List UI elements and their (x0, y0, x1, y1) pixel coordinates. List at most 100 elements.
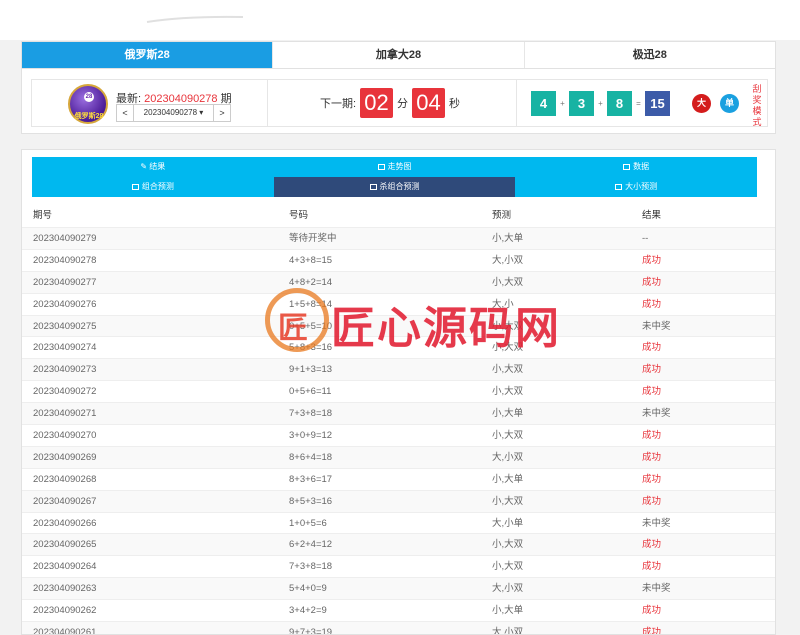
result-cell: 未中奖 (642, 583, 671, 595)
nav-label: 走势图 (387, 162, 412, 171)
result-cell: 成功 (642, 342, 662, 354)
period-selector: < 202304090278 ▾ > (116, 104, 231, 122)
table-row: 202304090269 8+6+4=18 大,小双 成功 (22, 445, 775, 468)
result-cell: 成功 (642, 451, 662, 463)
prediction-cell: 大,小 (492, 298, 514, 310)
countdown-minutes: 02 (360, 88, 394, 118)
table-row: 202304090262 3+4+2=9 小,大单 成功 (22, 599, 775, 621)
period-cell: 202304090265 (33, 539, 97, 551)
plus-sign: + (598, 98, 603, 108)
prediction-cell: 小,大双 (492, 364, 524, 376)
result-cell: 成功 (642, 298, 662, 310)
table-row: 202304090277 4+8+2=14 小,大双 成功 (22, 270, 775, 293)
period-select[interactable]: 202304090278 ▾ (134, 104, 213, 122)
latest-cell: 28 俄罗斯28 最新: 202304090278 期 < 2023040902… (32, 80, 268, 126)
prediction-cell: 大,小单 (492, 517, 524, 529)
table-row: 202304090271 7+3+8=18 小,大单 未中奖 (22, 402, 775, 425)
numbers-cell: 8+5+3=16 (289, 495, 333, 507)
table-row: 202304090268 8+3+6=17 小,大单 成功 (22, 467, 775, 490)
prediction-cell: 大,小双 (492, 627, 524, 635)
period-cell: 202304090264 (33, 561, 97, 573)
nav-size-prediction[interactable]: 大小预测 (515, 177, 758, 197)
nav-label: 大小预测 (625, 182, 658, 191)
next-period-label: 下一期: (319, 98, 357, 110)
tab-russia28[interactable]: 俄罗斯28 (22, 42, 274, 68)
result-cell: 成功 (642, 386, 662, 398)
size-badge: 大 (692, 93, 711, 113)
logo-badge: 28 (84, 92, 94, 102)
period-cell: 202304090261 (33, 627, 97, 635)
numbers-cell: 6+2+4=12 (289, 539, 333, 551)
period-cell: 202304090263 (33, 583, 97, 595)
scratch-mode-link[interactable]: 刮奖模式 (751, 84, 763, 128)
numbers-cell: 7+3+8=18 (289, 408, 333, 420)
nav-label: 数据 (633, 162, 650, 171)
prediction-cell: 小,大双 (492, 342, 524, 354)
table-row: 202304090270 3+0+9=12 小,大双 成功 (22, 424, 775, 446)
period-cell: 202304090269 (33, 451, 97, 463)
nav-data[interactable]: 数据 (515, 157, 758, 177)
table-body: 202304090279 等待开奖中 小,大单 -- 202304090278 4+3+8… (22, 227, 775, 635)
col-numbers: 号码 (289, 210, 309, 221)
numbers-cell: 7+3+8=18 (289, 561, 333, 573)
draw-number-3: 8 (607, 90, 632, 116)
nav-row-1: ✎ 结果 走势图 数据 (32, 157, 758, 177)
table-row: 202304090261 9+7+3=19 大,小双 成功 (22, 621, 775, 635)
period-cell: 202304090270 (33, 430, 97, 442)
table-header: 期号 号码 预测 结果 (22, 205, 775, 227)
tab-jixun28[interactable]: 极迅28 (525, 42, 775, 68)
table-row: 202304090264 7+3+8=18 小,大双 成功 (22, 555, 775, 577)
table-row: 202304090272 0+5+6=11 小,大双 成功 (22, 380, 775, 402)
image-icon (369, 183, 377, 190)
prev-period-button[interactable]: < (116, 104, 134, 122)
numbers-cell: 3+0+9=12 (289, 430, 333, 442)
result-cell: 成功 (642, 539, 662, 551)
numbers-cell: 1+0+5=6 (289, 517, 327, 529)
result-cell: 成功 (642, 561, 662, 573)
nav-result[interactable]: ✎ 结果 (32, 157, 274, 177)
game-panel: 俄罗斯28 加拿大28 极迅28 28 俄罗斯28 最新: 2023040902… (21, 41, 776, 134)
period-cell: 202304090267 (33, 495, 97, 507)
prediction-cell: 小,大单 (492, 605, 524, 617)
nav-label: 杀组合预测 (379, 182, 420, 191)
table-row: 202304090266 1+0+5=6 大,小单 未中奖 (22, 511, 775, 534)
image-icon (131, 183, 139, 190)
nav-combo-prediction[interactable]: 组合预测 (32, 177, 274, 197)
numbers-cell: 0+5+6=11 (289, 386, 332, 398)
top-band (0, 0, 800, 40)
period-cell: 202304090272 (33, 386, 97, 398)
col-result: 结果 (642, 210, 662, 221)
draw-sum: 15 (645, 90, 670, 116)
equals-sign: = (636, 98, 641, 108)
period-cell: 202304090262 (33, 605, 97, 617)
table-row: 202304090263 5+4+0=9 大,小双 未中奖 (22, 577, 775, 600)
result-cell: 成功 (642, 473, 662, 485)
prediction-cell: 小,大双 (492, 430, 524, 442)
nav-trend-chart[interactable]: 走势图 (273, 157, 516, 177)
result-cell: 成功 (642, 364, 662, 376)
period-cell: 202304090273 (33, 364, 97, 376)
game-tabs: 俄罗斯28 加拿大28 极迅28 (22, 42, 775, 69)
period-cell: 202304090268 (33, 473, 97, 485)
period-cell: 202304090271 (33, 408, 97, 420)
parity-badge: 单 (720, 93, 739, 113)
numbers-cell: 4+8+2=14 (289, 276, 333, 288)
numbers-cell: 0+5+5=10 (289, 320, 333, 332)
image-icon (615, 183, 623, 190)
minutes-unit: 分 (397, 98, 409, 110)
prediction-cell: 小,大双 (492, 495, 524, 507)
table-row: 202304090276 1+5+8=14 大,小 成功 (22, 292, 775, 315)
prediction-cell: 小,大双 (492, 276, 524, 288)
prediction-cell: 小,大双 (492, 539, 524, 551)
nav-kill-combo-prediction[interactable]: 杀组合预测 (273, 177, 516, 197)
wrench-icon: ✎ (140, 162, 148, 171)
numbers-cell: 9+1+3=13 (289, 364, 333, 376)
next-period-button[interactable]: > (213, 104, 231, 122)
countdown-cell: 下一期: 02 分 04 秒 (268, 80, 517, 126)
caret-down-icon: ▾ (199, 108, 204, 117)
image-icon (377, 163, 385, 170)
tab-canada28[interactable]: 加拿大28 (273, 42, 525, 68)
col-prediction: 预测 (492, 210, 512, 221)
table-row: 202304090275 0+5+5=10 小,大双 未中奖 (22, 314, 775, 337)
result-cell: 成功 (642, 605, 662, 617)
